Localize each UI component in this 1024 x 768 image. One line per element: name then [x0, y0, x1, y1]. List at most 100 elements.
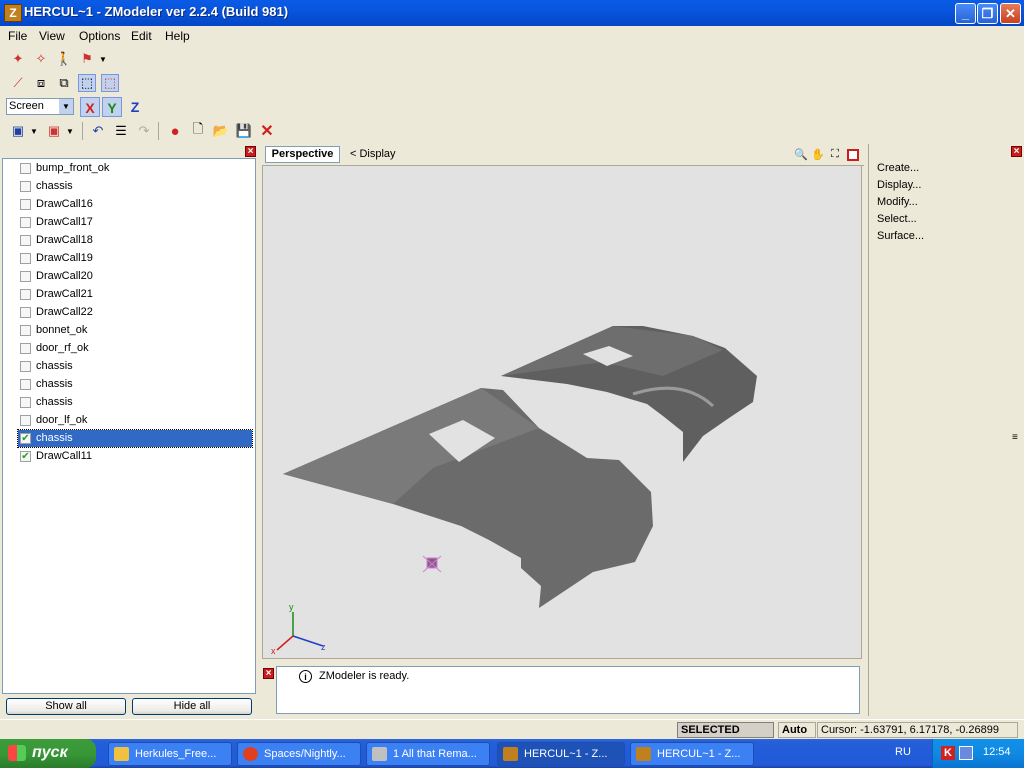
menu-edit[interactable]: Edit: [131, 29, 152, 43]
right-menu-select[interactable]: Select...: [877, 213, 917, 225]
object-list-item[interactable]: ✔ chassis: [17, 429, 253, 448]
object-list-item[interactable]: DrawCall22: [18, 304, 252, 321]
chevron-down-icon[interactable]: ▼: [29, 122, 39, 140]
face-mode-icon[interactable]: ⧉: [55, 74, 73, 92]
viewport-mode-label[interactable]: Perspective: [265, 146, 340, 163]
zoom-extents-icon[interactable]: ⛶: [828, 147, 842, 161]
edge-mode-icon[interactable]: ⧈: [32, 74, 50, 92]
language-indicator[interactable]: RU: [895, 746, 911, 758]
visibility-checkbox[interactable]: [20, 271, 31, 282]
restore-button[interactable]: ❐: [977, 3, 998, 24]
group-mode-icon[interactable]: ⬚: [101, 74, 119, 92]
close-log-icon[interactable]: ×: [263, 668, 274, 679]
object-list-item[interactable]: door_rf_ok: [18, 340, 252, 357]
visibility-checkbox[interactable]: ✔: [20, 451, 31, 462]
visibility-checkbox[interactable]: [20, 379, 31, 390]
minimize-button[interactable]: _: [955, 3, 976, 24]
object-list-item[interactable]: DrawCall18: [18, 232, 252, 249]
object-list-item[interactable]: chassis: [18, 376, 252, 393]
close-panel-icon[interactable]: ×: [245, 146, 256, 157]
drop-tool-icon[interactable]: ⚑: [78, 50, 96, 68]
start-button[interactable]: пуск: [0, 739, 96, 768]
zmodeler-app-icon[interactable]: Z: [4, 4, 22, 22]
object-list-item[interactable]: chassis: [18, 178, 252, 195]
log-message: ZModeler is ready.: [319, 670, 410, 682]
window-title: HERCUL~1 - ZModeler ver 2.2.4 (Build 981…: [24, 4, 289, 19]
select-vertex-icon[interactable]: ✦: [9, 50, 27, 68]
status-auto[interactable]: Auto: [778, 722, 816, 738]
redo-icon[interactable]: ↷: [135, 122, 153, 140]
visibility-checkbox[interactable]: [20, 307, 31, 318]
visibility-checkbox[interactable]: [20, 163, 31, 174]
axis-z-button[interactable]: Z: [125, 97, 145, 117]
object-list-item[interactable]: DrawCall16: [18, 196, 252, 213]
chevron-down-icon[interactable]: ▼: [98, 50, 108, 68]
title-bar[interactable]: Z HERCUL~1 - ZModeler ver 2.2.4 (Build 9…: [0, 0, 1024, 26]
save-icon[interactable]: 💾: [235, 122, 253, 140]
visibility-checkbox[interactable]: [20, 289, 31, 300]
menu-view[interactable]: View: [39, 29, 65, 43]
object-list-item[interactable]: bonnet_ok: [18, 322, 252, 339]
visibility-checkbox[interactable]: [20, 397, 31, 408]
object-list-item[interactable]: ✔ DrawCall11: [18, 448, 252, 465]
close-button[interactable]: ✕: [1000, 3, 1021, 24]
coordinate-mode-select[interactable]: Screen ▼: [6, 98, 74, 115]
visibility-checkbox[interactable]: [20, 415, 31, 426]
viewport-display-menu[interactable]: < Display: [350, 148, 396, 160]
hide-all-button[interactable]: Hide all: [132, 698, 252, 715]
visibility-checkbox[interactable]: [20, 343, 31, 354]
visibility-checkbox[interactable]: [20, 217, 31, 228]
new-file-icon[interactable]: 🗋: [189, 121, 207, 140]
object-list-item[interactable]: chassis: [18, 394, 252, 411]
task-herkules[interactable]: Herkules_Free...: [108, 742, 232, 766]
export-icon[interactable]: ▣: [45, 122, 63, 140]
show-all-button[interactable]: Show all: [6, 698, 126, 715]
axis-x-button[interactable]: X: [80, 97, 100, 117]
task-all-that-remains[interactable]: 1 All that Rema...: [366, 742, 490, 766]
visibility-checkbox[interactable]: ✔: [20, 433, 31, 444]
object-list-item[interactable]: DrawCall19: [18, 250, 252, 267]
object-list-item[interactable]: DrawCall21: [18, 286, 252, 303]
notes-icon[interactable]: ☰: [112, 122, 130, 140]
visibility-checkbox[interactable]: [20, 235, 31, 246]
undo-icon[interactable]: ↶: [89, 122, 107, 140]
object-mode-icon[interactable]: ⬚: [78, 74, 96, 92]
menu-file[interactable]: File: [8, 29, 27, 43]
pan-hand-icon[interactable]: ✋: [811, 147, 825, 161]
right-menu-display[interactable]: Display...: [877, 179, 921, 191]
right-menu-surface[interactable]: Surface...: [877, 230, 924, 242]
visibility-checkbox[interactable]: [20, 181, 31, 192]
task-zmodeler-1[interactable]: HERCUL~1 - Z...: [497, 742, 625, 766]
antivirus-icon[interactable]: K: [941, 746, 955, 760]
visibility-checkbox[interactable]: [20, 325, 31, 336]
maximize-viewport-icon[interactable]: [847, 149, 859, 161]
object-list-item[interactable]: DrawCall17: [18, 214, 252, 231]
task-zmodeler-2[interactable]: HERCUL~1 - Z...: [630, 742, 754, 766]
visibility-checkbox[interactable]: [20, 253, 31, 264]
object-list-item[interactable]: door_lf_ok: [18, 412, 252, 429]
import-icon[interactable]: ▣: [9, 122, 27, 140]
menu-help[interactable]: Help: [165, 29, 190, 43]
chevron-down-icon[interactable]: ▼: [65, 122, 75, 140]
object-list-item[interactable]: chassis: [18, 358, 252, 375]
visibility-checkbox[interactable]: [20, 199, 31, 210]
object-list-item[interactable]: bump_front_ok: [18, 160, 252, 177]
axis-y-button[interactable]: Y: [102, 97, 122, 117]
vertex-mode-icon[interactable]: ⟋: [9, 74, 27, 92]
task-spaces[interactable]: Spaces/Nightly...: [237, 742, 361, 766]
panel-grip-icon[interactable]: ≡: [1012, 432, 1018, 443]
walk-tool-icon[interactable]: 🚶: [55, 50, 73, 68]
right-menu-modify[interactable]: Modify...: [877, 196, 918, 208]
record-icon[interactable]: ●: [166, 122, 184, 140]
network-icon[interactable]: [959, 746, 973, 760]
3d-viewport[interactable]: y z x: [262, 165, 862, 659]
menu-options[interactable]: Options: [79, 29, 120, 43]
select-tool-icon[interactable]: ✧: [32, 50, 50, 68]
open-folder-icon[interactable]: 📂: [212, 122, 230, 140]
visibility-checkbox[interactable]: [20, 361, 31, 372]
right-menu-create[interactable]: Create...: [877, 162, 919, 174]
object-list-item[interactable]: DrawCall20: [18, 268, 252, 285]
delete-icon[interactable]: ✕: [258, 122, 276, 140]
close-command-panel-icon[interactable]: ×: [1011, 146, 1022, 157]
zoom-icon[interactable]: 🔍: [794, 147, 808, 161]
